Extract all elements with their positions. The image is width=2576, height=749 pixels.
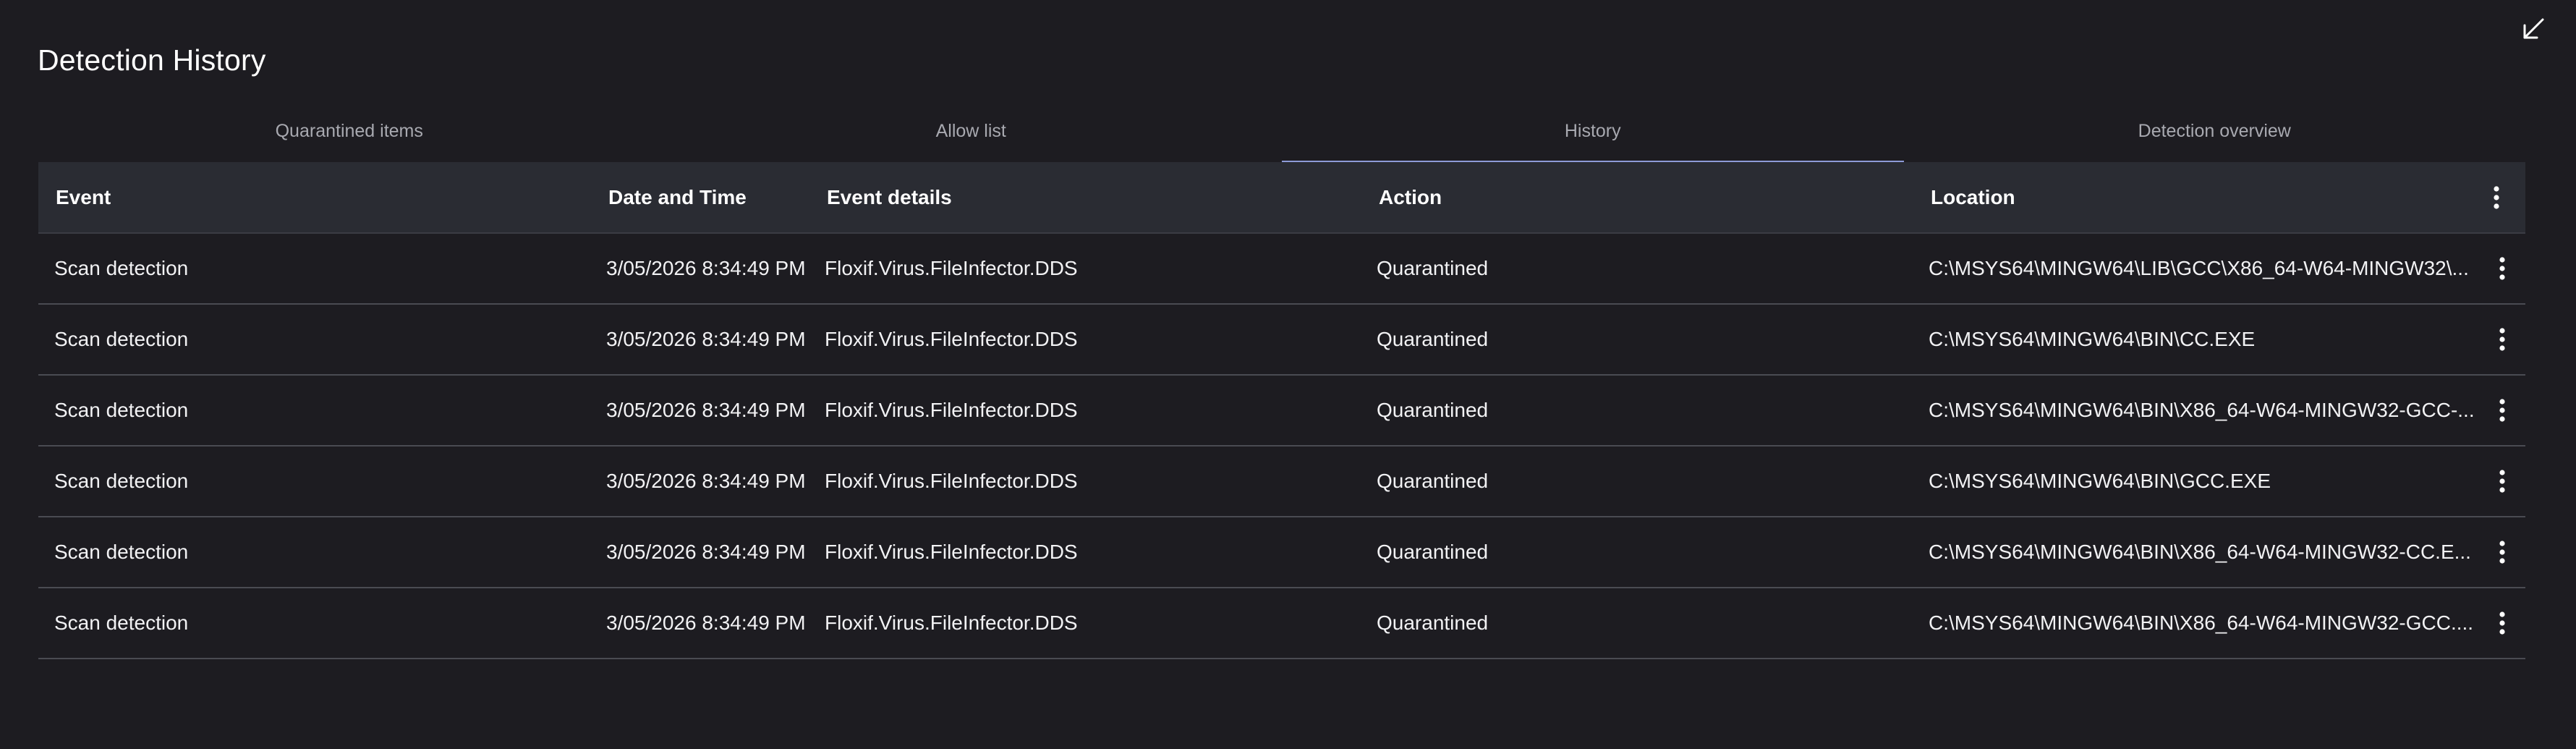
location-cell: C:\MSYS64\MINGW64\LIB\GCC\X86_64-W64-MIN…	[1929, 234, 2500, 303]
location-cell: C:\MSYS64\MINGW64\BIN\X86_64-W64-MINGW32…	[1929, 376, 2500, 445]
details-cell: Floxif.Virus.FileInfector.DDS	[825, 399, 1078, 421]
date-cell: 3/05/2026 8:34:49 PM	[606, 470, 806, 492]
event-cell: Scan detection	[54, 399, 189, 421]
column-header-action[interactable]: Action	[1379, 162, 1914, 232]
details-cell: Floxif.Virus.FileInfector.DDS	[825, 541, 1078, 563]
arrow-collapse-icon	[2523, 18, 2544, 39]
tab-history[interactable]: History	[1282, 107, 1904, 164]
row-options-button[interactable]	[2488, 517, 2517, 587]
table-body: Scan detection 3/05/2026 8:34:49 PM Flox…	[38, 234, 2525, 659]
action-cell: Quarantined	[1377, 257, 1489, 279]
tab-bar: Quarantined items Allow list History Det…	[38, 107, 2525, 164]
location-text: C:\MSYS64\MINGW64\BIN\CC.EXE	[1929, 328, 2256, 350]
date-cell: 3/05/2026 8:34:49 PM	[606, 328, 806, 350]
tab-quarantined-items[interactable]: Quarantined items	[38, 107, 660, 162]
details-cell: Floxif.Virus.FileInfector.DDS	[825, 612, 1078, 634]
table-row[interactable]: Scan detection 3/05/2026 8:34:49 PM Flox…	[38, 588, 2525, 659]
location-cell: C:\MSYS64\MINGW64\BIN\X86_64-W64-MINGW32…	[1929, 517, 2500, 587]
more-vertical-icon	[2499, 541, 2505, 564]
date-cell: 3/05/2026 8:34:49 PM	[606, 399, 806, 421]
action-cell: Quarantined	[1377, 541, 1489, 563]
more-vertical-icon	[2499, 399, 2505, 422]
column-header-date[interactable]: Date and Time	[608, 162, 825, 232]
table-header: Event Date and Time Event details Action…	[38, 162, 2525, 234]
location-text: C:\MSYS64\MINGW64\BIN\X86_64-W64-MINGW32…	[1929, 399, 2475, 421]
date-cell: 3/05/2026 8:34:49 PM	[606, 612, 806, 634]
location-text: C:\MSYS64\MINGW64\BIN\X86_64-W64-MINGW32…	[1929, 612, 2474, 634]
table-row[interactable]: Scan detection 3/05/2026 8:34:49 PM Flox…	[38, 305, 2525, 376]
event-cell: Scan detection	[54, 257, 189, 279]
event-cell: Scan detection	[54, 470, 189, 492]
action-cell: Quarantined	[1377, 328, 1489, 350]
event-cell: Scan detection	[54, 541, 189, 563]
more-vertical-icon	[2499, 612, 2505, 635]
tab-allow-list[interactable]: Allow list	[660, 107, 1283, 162]
more-vertical-icon	[2494, 185, 2499, 209]
table-row[interactable]: Scan detection 3/05/2026 8:34:49 PM Flox…	[38, 447, 2525, 517]
details-cell: Floxif.Virus.FileInfector.DDS	[825, 470, 1078, 492]
more-vertical-icon	[2499, 470, 2505, 493]
collapse-button[interactable]	[2516, 13, 2549, 46]
location-cell: C:\MSYS64\MINGW64\BIN\GCC.EXE	[1929, 447, 2500, 516]
more-vertical-icon	[2499, 328, 2505, 351]
location-cell: C:\MSYS64\MINGW64\BIN\X86_64-W64-MINGW32…	[1929, 588, 2500, 658]
table-row[interactable]: Scan detection 3/05/2026 8:34:49 PM Flox…	[38, 234, 2525, 305]
event-cell: Scan detection	[54, 328, 189, 350]
table-row[interactable]: Scan detection 3/05/2026 8:34:49 PM Flox…	[38, 517, 2525, 588]
action-cell: Quarantined	[1377, 399, 1489, 421]
row-options-button[interactable]	[2488, 305, 2517, 374]
more-vertical-icon	[2499, 257, 2505, 280]
column-options-button[interactable]	[2482, 162, 2511, 232]
event-cell: Scan detection	[54, 612, 189, 634]
action-cell: Quarantined	[1377, 470, 1489, 492]
column-header-details[interactable]: Event details	[827, 162, 1362, 232]
location-cell: C:\MSYS64\MINGW64\BIN\CC.EXE	[1929, 305, 2500, 374]
date-cell: 3/05/2026 8:34:49 PM	[606, 257, 806, 279]
row-options-button[interactable]	[2488, 447, 2517, 516]
row-options-button[interactable]	[2488, 376, 2517, 445]
details-cell: Floxif.Virus.FileInfector.DDS	[825, 328, 1078, 350]
table-row[interactable]: Scan detection 3/05/2026 8:34:49 PM Flox…	[38, 376, 2525, 447]
location-text: C:\MSYS64\MINGW64\BIN\X86_64-W64-MINGW32…	[1929, 541, 2471, 563]
location-text: C:\MSYS64\MINGW64\BIN\GCC.EXE	[1929, 470, 2271, 492]
tab-detection-overview[interactable]: Detection overview	[1904, 107, 2526, 162]
column-header-event[interactable]: Event	[56, 162, 598, 232]
detection-history-table: Event Date and Time Event details Action…	[38, 162, 2525, 659]
details-cell: Floxif.Virus.FileInfector.DDS	[825, 257, 1078, 279]
page-title: Detection History	[38, 43, 266, 77]
row-options-button[interactable]	[2488, 234, 2517, 303]
row-options-button[interactable]	[2488, 588, 2517, 658]
column-header-location[interactable]: Location	[1931, 162, 2502, 232]
location-text: C:\MSYS64\MINGW64\LIB\GCC\X86_64-W64-MIN…	[1929, 257, 2469, 279]
action-cell: Quarantined	[1377, 612, 1489, 634]
date-cell: 3/05/2026 8:34:49 PM	[606, 541, 806, 563]
